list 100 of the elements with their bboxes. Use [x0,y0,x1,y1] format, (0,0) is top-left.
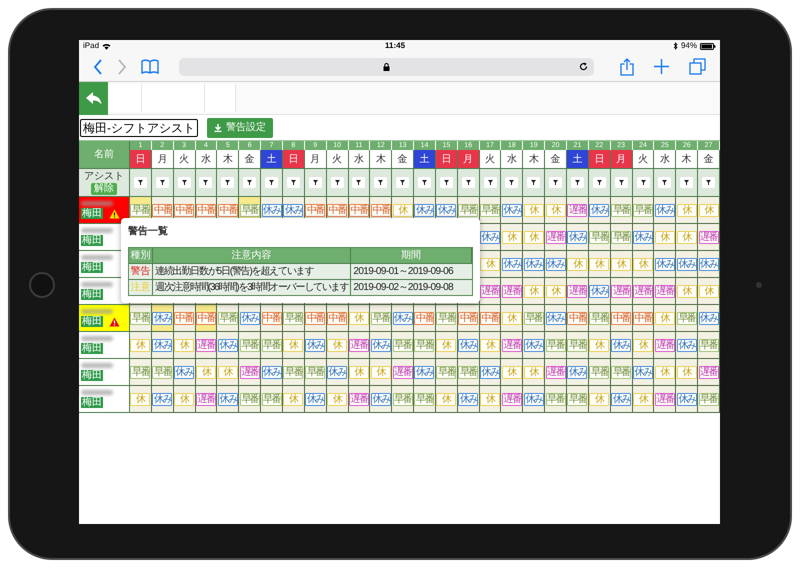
shift-tag[interactable]: 休み [240,312,260,324]
shift-tag[interactable]: 休み [414,204,434,216]
shift-tag[interactable]: 休 [676,284,697,298]
shift-tag[interactable]: 早番 [546,338,566,352]
shift-tag[interactable]: 早番 [589,312,610,324]
shift-tag[interactable]: 遅番 [546,230,566,244]
new-tab-icon[interactable] [654,59,669,74]
shift-tag[interactable]: 休み [305,392,326,406]
alert-settings-button[interactable]: 警告設定 [207,118,273,138]
shift-tag[interactable]: 休 [524,366,544,378]
shift-tag[interactable]: 休 [130,392,150,406]
filter-button[interactable] [178,177,191,188]
shift-tag[interactable]: 休 [436,338,456,352]
shift-tag[interactable]: 休 [589,338,610,352]
shift-tag[interactable]: 中番 [414,312,434,324]
shift-tag[interactable]: 早番 [676,312,697,324]
shift-tag[interactable]: 早番 [524,312,544,324]
shift-tag[interactable]: 早番 [611,204,632,216]
shift-tag[interactable]: 休み [633,366,653,378]
shift-tag[interactable]: 中番 [348,204,369,216]
shift-tag[interactable]: 休 [611,258,632,270]
filter-button[interactable] [636,177,650,188]
filter-button[interactable] [702,177,716,188]
shift-tag[interactable]: 中番 [174,204,194,216]
shift-tag[interactable]: 早番 [546,392,566,406]
shift-tag[interactable]: 休み [502,204,522,216]
shift-tag[interactable]: 休み [327,366,348,378]
shift-tag[interactable]: 休 [676,366,697,378]
shift-tag[interactable]: 早番 [152,366,172,378]
shift-tag[interactable]: 休 [589,258,610,270]
shift-tag[interactable]: 早番 [130,204,150,216]
shift-tag[interactable]: 中番 [174,312,194,324]
shift-tag[interactable]: 早番 [436,312,456,324]
shift-tag[interactable]: 休 [633,392,653,406]
shift-tag[interactable]: 中番 [370,204,391,216]
shift-tag[interactable]: 遅番 [546,366,566,378]
shift-tag[interactable]: 休み [676,258,697,270]
shift-tag[interactable]: 休 [480,338,500,352]
shift-tag[interactable]: 休 [546,204,566,216]
shift-tag[interactable]: 休み [611,338,632,352]
shift-tag[interactable]: 休 [502,366,522,378]
shift-tag[interactable]: 休 [676,204,697,216]
filter-button[interactable] [592,177,606,188]
shift-tag[interactable]: 早番 [130,312,150,324]
shift-tag[interactable]: 早番 [240,338,260,352]
shift-tag[interactable]: 中番 [567,312,588,324]
shift-tag[interactable]: 早番 [436,366,456,378]
shift-tag[interactable]: 遅番 [348,392,369,406]
filter-button[interactable] [265,177,278,188]
filter-button[interactable] [330,177,344,188]
filter-button[interactable] [549,177,562,188]
shift-tag[interactable]: 休 [524,230,544,244]
shift-tag[interactable]: 休み [458,338,478,352]
shift-tag[interactable]: 早番 [611,230,632,244]
shift-tag[interactable]: 遅番 [502,392,522,406]
shift-tag[interactable]: 休み [589,204,610,216]
shift-tag[interactable]: 休み [589,284,610,298]
shift-tag[interactable]: 休み [262,204,282,216]
shift-tag[interactable]: 休み [567,230,588,244]
shift-tag[interactable]: 遅番 [196,338,216,352]
back-icon[interactable] [93,58,103,74]
shift-tag[interactable]: 休み [152,392,172,406]
shift-tag[interactable]: 遅番 [502,284,522,298]
shift-tag[interactable]: 早番 [283,312,304,324]
shift-tag[interactable]: 休 [370,366,391,378]
shift-tag[interactable]: 休み [436,204,456,216]
shift-tag[interactable]: 早番 [414,392,434,406]
shift-tag[interactable]: 休み [370,338,391,352]
shift-tag[interactable]: 休み [283,204,304,216]
shift-tag[interactable]: 休み [654,204,675,216]
shift-tag[interactable]: 早番 [305,366,326,378]
shift-tag[interactable]: 遅番 [502,338,522,352]
shift-tag[interactable]: 休み [370,392,391,406]
shift-tag[interactable]: 休 [502,312,522,324]
shift-tag[interactable]: 休み [174,366,194,378]
shift-tag[interactable]: 休 [502,230,522,244]
shift-tag[interactable]: 早番 [392,392,413,406]
shift-tag[interactable]: 早番 [240,392,260,406]
shift-tag[interactable]: 中番 [152,204,172,216]
shift-tag[interactable]: 休 [480,392,500,406]
shift-tag[interactable]: 休 [174,392,194,406]
back-button[interactable] [79,82,108,115]
shift-tag[interactable]: 中番 [218,204,238,216]
shift-tag[interactable]: 中番 [305,204,326,216]
shift-tag[interactable]: 遅番 [654,338,675,352]
shift-tag[interactable]: 中番 [458,312,478,324]
shift-tag[interactable]: 遅番 [654,392,675,406]
filter-button[interactable] [484,177,497,188]
shift-tag[interactable]: 休 [546,284,566,298]
shift-tag[interactable]: 休み [633,230,653,244]
shift-tag[interactable]: 休 [589,392,610,406]
shift-tag[interactable]: 休 [524,204,544,216]
shift-tag[interactable]: 早番 [262,392,282,406]
shift-tag[interactable]: 休み [305,338,326,352]
shift-tag[interactable]: 早番 [480,204,500,216]
shift-tag[interactable]: 早番 [262,338,282,352]
shift-tag[interactable]: 休み [524,258,544,270]
shift-tag[interactable]: 遅番 [654,284,675,298]
shift-tag[interactable]: 休 [327,392,348,406]
shift-tag[interactable]: 遅番 [392,366,413,378]
